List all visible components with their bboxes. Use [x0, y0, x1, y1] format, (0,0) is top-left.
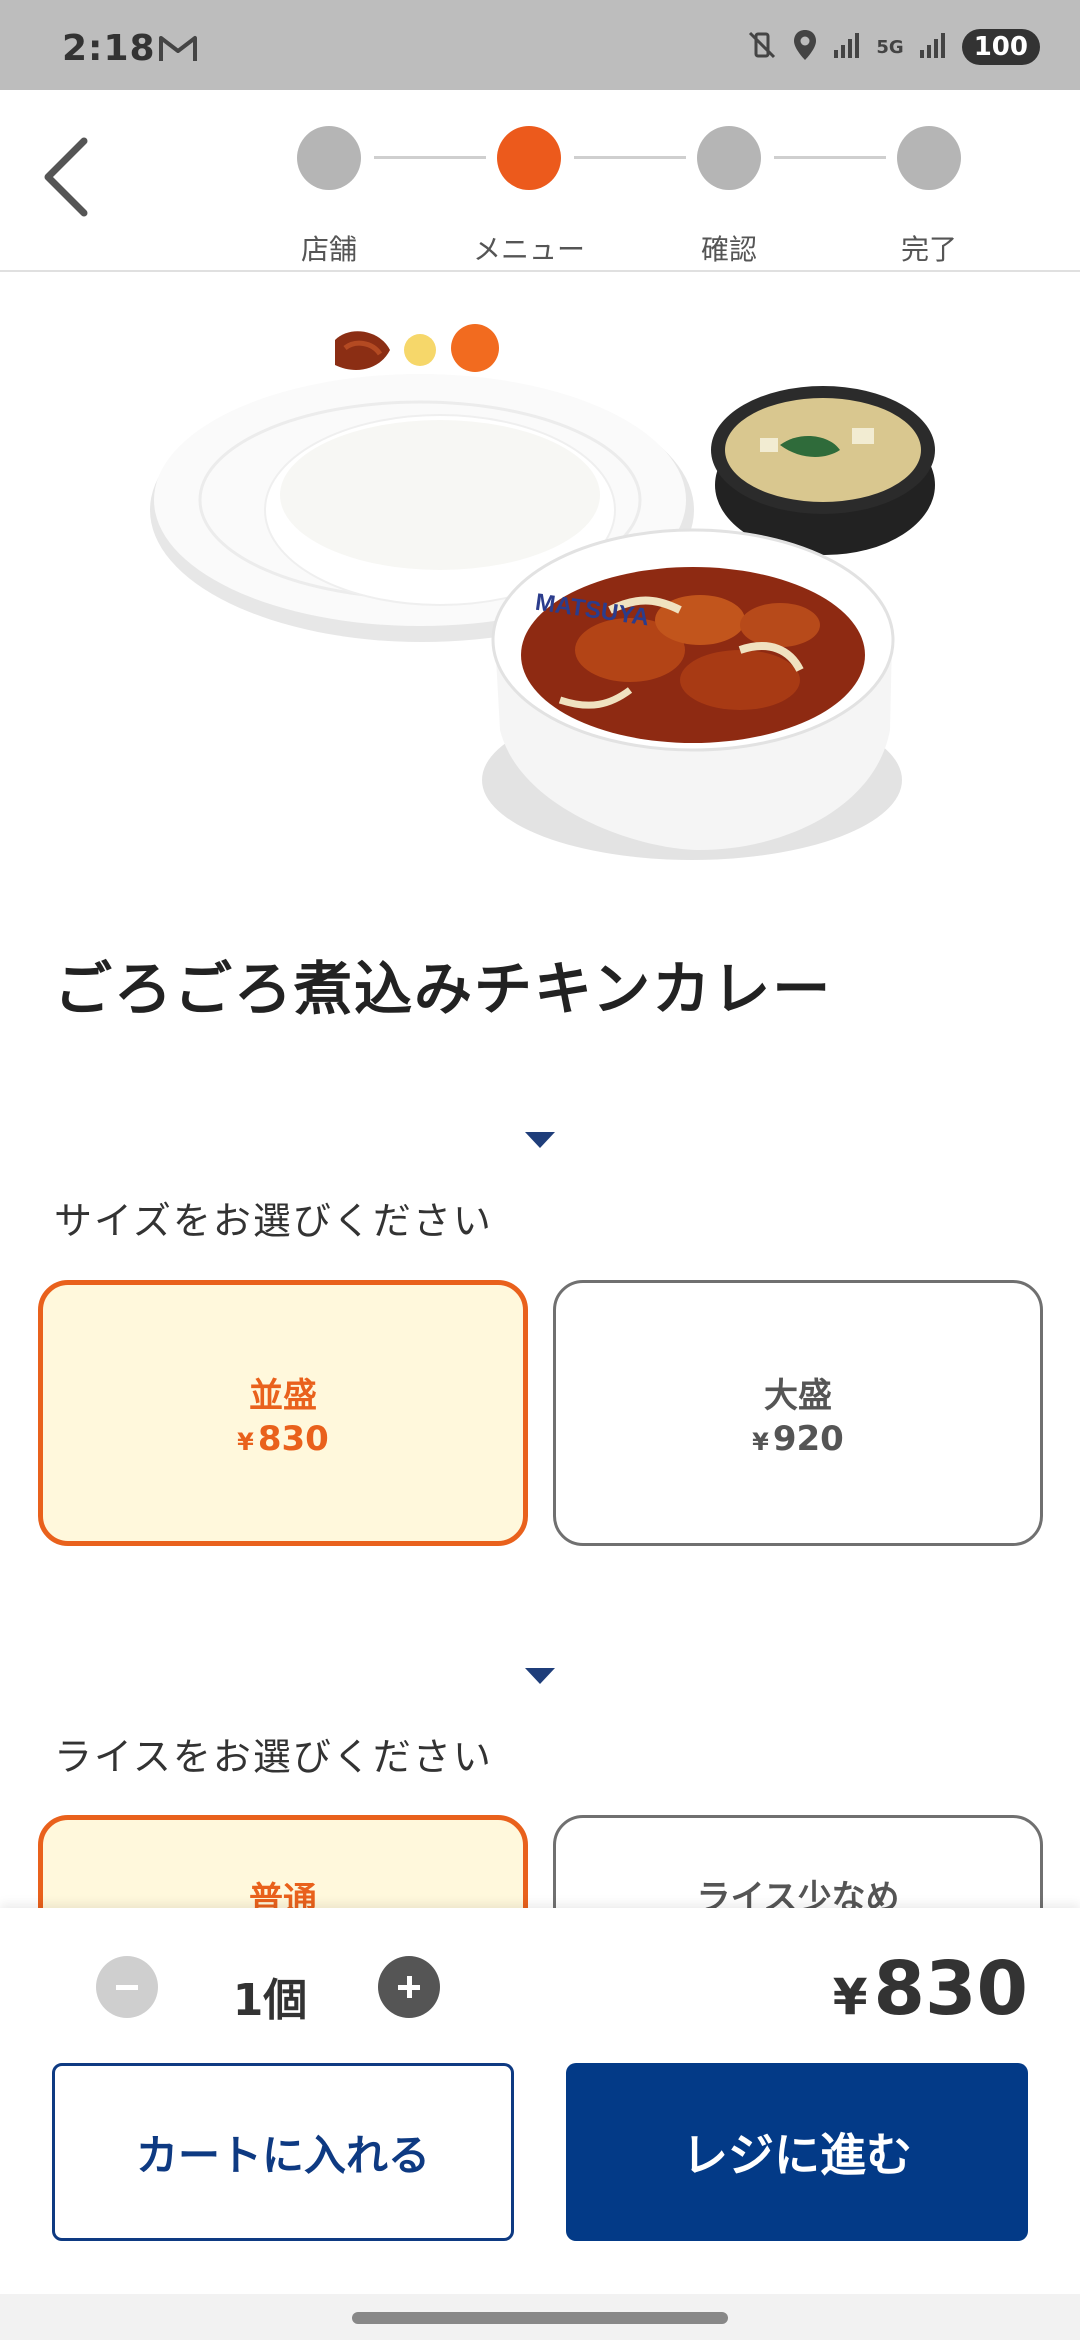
back-button[interactable] [30, 132, 100, 222]
header: 店舗 メニュー 確認 完了 [0, 90, 1080, 272]
step-label-complete: 完了 [900, 233, 957, 266]
step-dot-store [297, 126, 361, 190]
size-section-title: サイズをお選びください [54, 1199, 493, 1243]
plus-icon [398, 1976, 420, 1998]
gmail-icon [158, 34, 198, 68]
size-option-price: ¥830 [237, 1418, 329, 1459]
network-type: 5G [876, 36, 904, 58]
checkout-button[interactable]: レジに進む [566, 2063, 1028, 2241]
step-dot-confirm [697, 126, 761, 190]
battery-indicator: 100 [961, 29, 1040, 65]
minus-icon [116, 1985, 138, 1990]
signal-icon-2 [918, 30, 948, 64]
home-gesture-pill[interactable] [352, 2312, 728, 2324]
step-label-menu: メニュー [472, 233, 585, 266]
total-price: ¥830 [832, 1946, 1028, 2032]
size-option-large[interactable]: 大盛 ¥920 [553, 1280, 1043, 1546]
size-option-regular[interactable]: 並盛 ¥830 [38, 1280, 528, 1546]
step-connector [574, 156, 686, 159]
add-to-cart-button[interactable]: カートに入れる [52, 2063, 514, 2241]
decrease-quantity-button[interactable] [96, 1956, 158, 2018]
product-image: MATSUYA [140, 310, 940, 890]
product-name: ごろごろ煮込みチキンカレー [54, 955, 833, 1023]
vibrate-mute-icon [746, 29, 778, 65]
caret-down-icon [525, 1668, 555, 1684]
rice-section-title: ライスをお選びください [54, 1735, 493, 1779]
gesture-nav-area [0, 2294, 1080, 2340]
step-dot-complete [897, 126, 961, 190]
caret-down-icon [525, 1132, 555, 1148]
size-option-name: 大盛 [764, 1375, 832, 1416]
step-label-store: 店舗 [300, 233, 357, 266]
status-time: 2:18 [62, 28, 156, 69]
signal-icon [832, 30, 862, 64]
step-dot-menu [497, 126, 561, 190]
location-icon [792, 28, 818, 66]
step-connector [774, 156, 886, 159]
size-option-name: 並盛 [249, 1375, 317, 1416]
step-label-confirm: 確認 [700, 233, 757, 266]
step-connector [374, 156, 486, 159]
size-option-price: ¥920 [752, 1418, 844, 1459]
bottom-action-bar: 1個 ¥830 カートに入れる レジに進む [0, 1908, 1080, 2294]
status-bar: 2:18 5G 100 [0, 0, 1080, 90]
increase-quantity-button[interactable] [378, 1956, 440, 2018]
chevron-left-icon [44, 137, 88, 217]
quantity-display: 1個 [232, 1975, 308, 2026]
